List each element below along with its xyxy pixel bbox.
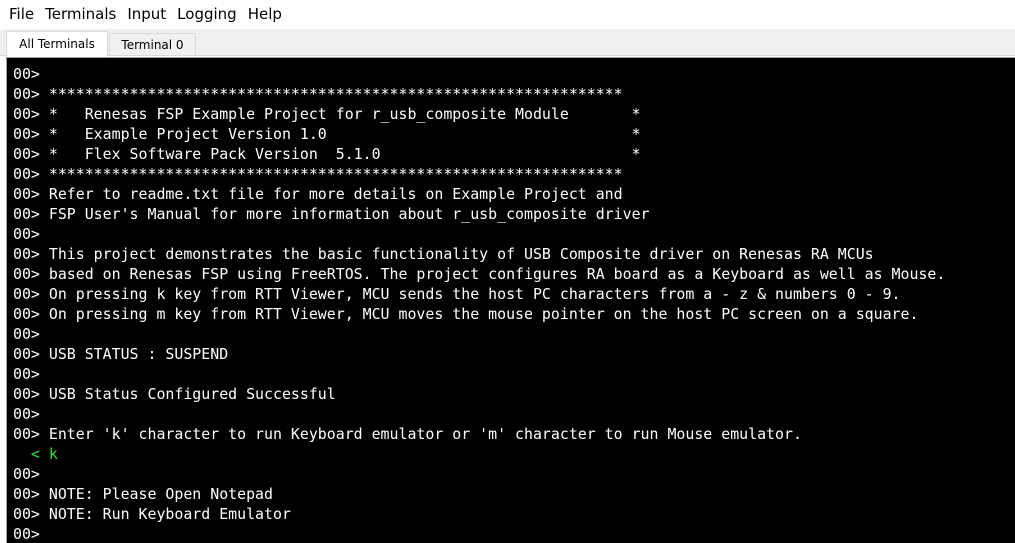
terminal-line: 00> (13, 65, 40, 83)
terminal-tab-bar: All Terminals Terminal 0 (0, 29, 1015, 57)
terminal-line: 00> USB STATUS : SUSPEND (13, 345, 229, 363)
menu-help[interactable]: Help (243, 0, 287, 29)
terminal-line: 00> Refer to readme.txt file for more de… (13, 185, 623, 203)
menu-bar: File Terminals Input Logging Help (0, 0, 1015, 29)
terminal-line: 00> (13, 525, 40, 543)
terminal-line: 00> based on Renesas FSP using FreeRTOS.… (13, 265, 946, 283)
terminal-line: 00> On pressing m key from RTT Viewer, M… (13, 305, 919, 323)
tab-terminal-0[interactable]: Terminal 0 (109, 33, 196, 56)
terminal-line: 00> FSP User's Manual for more informati… (13, 205, 650, 223)
menu-logging[interactable]: Logging (172, 0, 242, 29)
terminal-line: 00> NOTE: Run Keyboard Emulator (13, 505, 291, 523)
terminal-line: 00> NOTE: Please Open Notepad (13, 485, 273, 503)
terminal-line: 00> ************************************… (13, 165, 623, 183)
terminal-line: 00> (13, 405, 40, 423)
terminal-line: 00> (13, 325, 40, 343)
terminal-line: 00> This project demonstrates the basic … (13, 245, 874, 263)
terminal-output-pane[interactable]: 00> 00> ********************************… (6, 57, 1015, 543)
terminal-line: 00> (13, 365, 40, 383)
menu-file[interactable]: File (4, 0, 39, 29)
tab-all-terminals[interactable]: All Terminals (6, 31, 108, 57)
terminal-input-echo: < k (13, 445, 58, 463)
terminal-line: 00> (13, 465, 40, 483)
menu-terminals[interactable]: Terminals (40, 0, 121, 29)
terminal-line: 00> * Renesas FSP Example Project for r_… (13, 105, 641, 123)
terminal-line: 00> USB Status Configured Successful (13, 385, 336, 403)
menu-input[interactable]: Input (122, 0, 171, 29)
terminal-line: 00> On pressing k key from RTT Viewer, M… (13, 285, 901, 303)
terminal-lines: 00> 00> ********************************… (13, 64, 945, 543)
terminal-line: 00> * Flex Software Pack Version 5.1.0 * (13, 145, 641, 163)
terminal-line: 00> * Example Project Version 1.0 * (13, 125, 641, 143)
terminal-line: 00> ************************************… (13, 85, 623, 103)
terminal-line: 00> Enter 'k' character to run Keyboard … (13, 425, 802, 443)
terminal-line: 00> (13, 225, 40, 243)
